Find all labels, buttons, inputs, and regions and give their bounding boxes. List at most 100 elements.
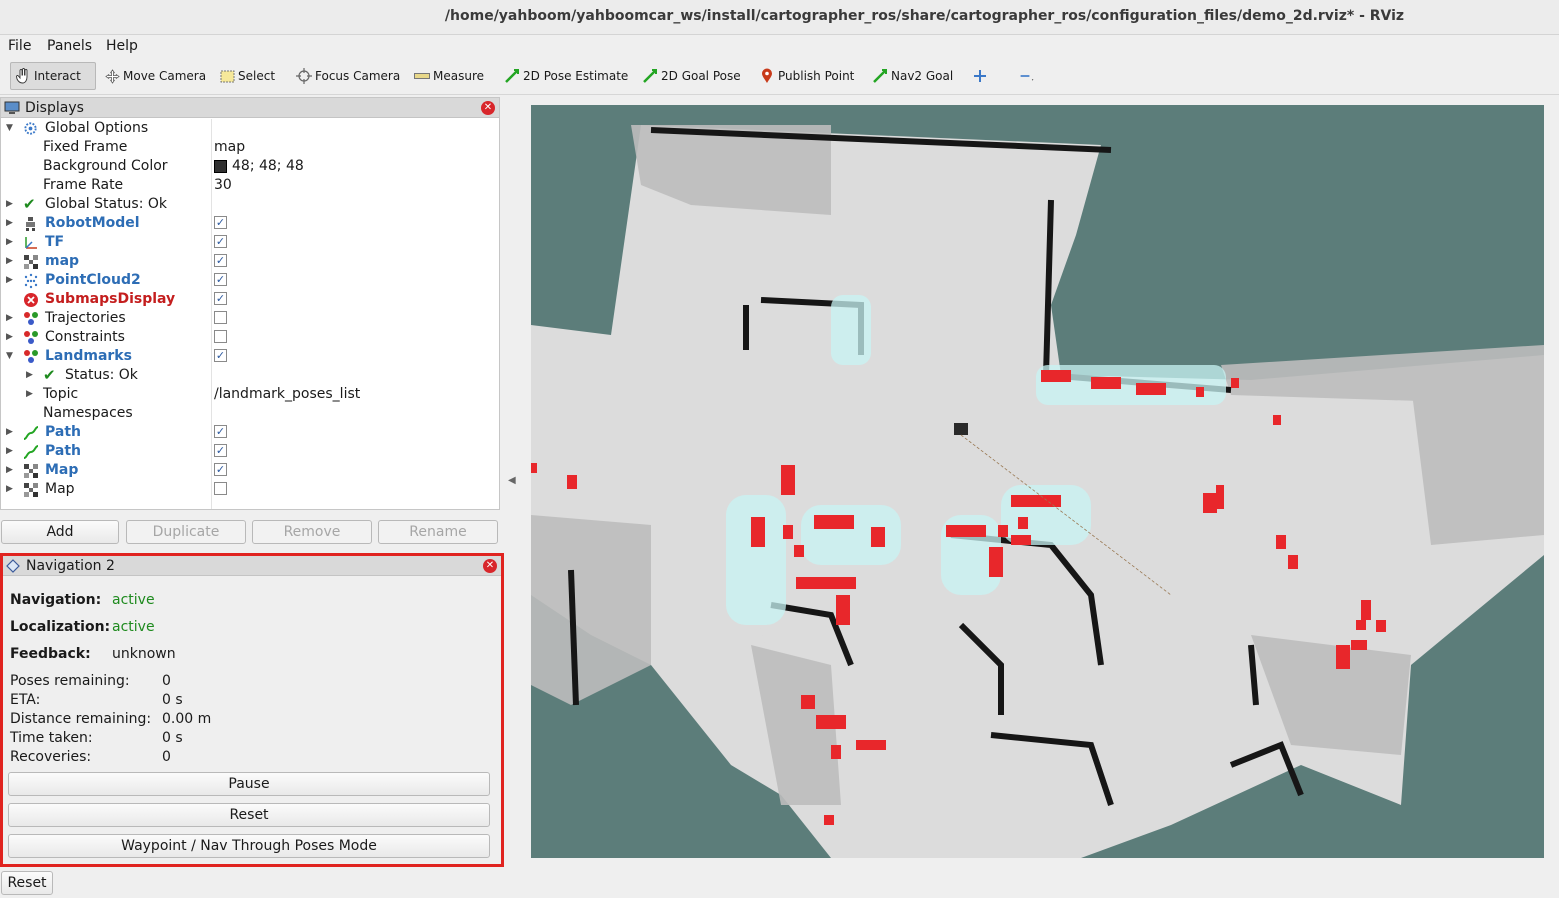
tree-row-path[interactable]: ▶ Path ✓: [1, 423, 499, 442]
background-color-value[interactable]: 48; 48; 48: [214, 158, 304, 174]
frame-rate-value[interactable]: 30: [214, 177, 232, 193]
map-checkbox[interactable]: ✓: [214, 463, 227, 476]
displays-panel-header: Displays ✕: [1, 98, 499, 118]
tree-row-background-color[interactable]: Background Color 48; 48; 48: [1, 157, 499, 176]
tree-row-topic[interactable]: ▶ Topic /landmark_poses_list: [1, 385, 499, 404]
navigation-status-value: active: [112, 592, 155, 608]
expand-right-icon[interactable]: ▶: [26, 370, 36, 380]
occupancy-map[interactable]: [531, 105, 1544, 858]
expand-right-icon[interactable]: ▶: [6, 313, 16, 323]
reset-time-button[interactable]: Reset: [1, 871, 53, 895]
remove-tool-button[interactable]: [1015, 62, 1042, 90]
grid-map-icon: [23, 482, 39, 498]
constraints-checkbox[interactable]: [214, 330, 227, 343]
close-displays-icon[interactable]: ✕: [481, 101, 495, 115]
tree-row-path[interactable]: ▶ Path ✓: [1, 442, 499, 461]
remove-display-button[interactable]: Remove: [252, 520, 372, 544]
ruler-icon: [414, 68, 430, 84]
tree-row-pointcloud2[interactable]: ▶ PointCloud2 ✓: [1, 271, 499, 290]
tree-row-landmarks[interactable]: ▼ Landmarks ✓: [1, 347, 499, 366]
tree-row-submapsdisplay[interactable]: SubmapsDisplay ✓: [1, 290, 499, 309]
tf-checkbox[interactable]: ✓: [214, 235, 227, 248]
grid-map-icon: [23, 463, 39, 479]
move-camera-tool-button[interactable]: Move Camera: [100, 62, 210, 90]
add-tool-button[interactable]: [968, 62, 995, 90]
constraints-label: Constraints: [45, 329, 125, 345]
expand-right-icon[interactable]: ▶: [26, 389, 36, 399]
expand-right-icon[interactable]: ▶: [6, 484, 16, 494]
goal-pose-label: 2D Goal Pose: [661, 69, 741, 83]
robotmodel-checkbox[interactable]: ✓: [214, 216, 227, 229]
select-tool-button[interactable]: Select: [215, 62, 279, 90]
submapsdisplay-label: SubmapsDisplay: [45, 291, 176, 307]
tree-row-fixed-frame[interactable]: Fixed Frame map: [1, 138, 499, 157]
measure-tool-button[interactable]: Measure: [410, 62, 488, 90]
map-label: Map: [45, 462, 79, 478]
nav2-goal-tool-button[interactable]: Nav2 Goal: [868, 62, 957, 90]
waypoint-mode-button[interactable]: Waypoint / Nav Through Poses Mode: [8, 834, 490, 858]
trajectories-checkbox[interactable]: [214, 311, 227, 324]
map-checkbox[interactable]: ✓: [214, 254, 227, 267]
expand-right-icon[interactable]: ▶: [6, 275, 16, 285]
expand-right-icon[interactable]: ▶: [6, 427, 16, 437]
tree-row-trajectories[interactable]: ▶ Trajectories: [1, 309, 499, 328]
add-display-button[interactable]: Add: [1, 520, 119, 544]
duplicate-display-button[interactable]: Duplicate: [126, 520, 246, 544]
expand-down-icon[interactable]: ▼: [6, 123, 16, 133]
render-viewport[interactable]: [531, 105, 1544, 858]
green-arrow-icon: [642, 68, 658, 84]
path-checkbox[interactable]: ✓: [214, 425, 227, 438]
pause-button[interactable]: Pause: [8, 772, 490, 796]
interact-tool-button[interactable]: Interact: [10, 62, 96, 90]
pointcloud2-checkbox[interactable]: ✓: [214, 273, 227, 286]
expand-right-icon[interactable]: ▶: [6, 256, 16, 266]
pointcloud2-label: PointCloud2: [45, 272, 141, 288]
landmarks-label: Landmarks: [45, 348, 132, 364]
goal-pose-tool-button[interactable]: 2D Goal Pose: [638, 62, 745, 90]
fixed-frame-value[interactable]: map: [214, 139, 245, 155]
focus-camera-tool-button[interactable]: Focus Camera: [292, 62, 404, 90]
expand-right-icon[interactable]: ▶: [6, 199, 16, 209]
expand-right-icon[interactable]: ▶: [6, 218, 16, 228]
recoveries-label: Recoveries:: [10, 749, 92, 765]
rename-display-button[interactable]: Rename: [378, 520, 498, 544]
reset-navigation-button[interactable]: Reset: [8, 803, 490, 827]
tree-row-frame-rate[interactable]: Frame Rate 30: [1, 176, 499, 195]
distance-remaining-value: 0.00 m: [162, 711, 212, 727]
tree-row-map[interactable]: ▶ map ✓: [1, 252, 499, 271]
tree-row-landmarks-status[interactable]: ▶ ✔ Status: Ok: [1, 366, 499, 385]
point-cloud-icon: [23, 273, 39, 289]
collapse-left-icon[interactable]: ◀: [508, 475, 516, 486]
pose-estimate-tool-button[interactable]: 2D Pose Estimate: [500, 62, 632, 90]
map-checkbox[interactable]: [214, 482, 227, 495]
tree-row-map[interactable]: ▶ Map ✓: [1, 461, 499, 480]
tree-row-tf[interactable]: ▶ TF ✓: [1, 233, 499, 252]
error-icon: [23, 292, 39, 308]
close-navigation-icon[interactable]: ✕: [483, 559, 497, 573]
menu-file[interactable]: File: [8, 38, 31, 54]
submapsdisplay-checkbox[interactable]: ✓: [214, 292, 227, 305]
displays-panel: Displays ✕ ▼ Global Options Fixed Frame …: [0, 97, 500, 510]
publish-point-tool-button[interactable]: Publish Point: [755, 62, 858, 90]
publish-point-label: Publish Point: [778, 69, 855, 83]
expand-down-icon[interactable]: ▼: [6, 351, 16, 361]
landmarks-checkbox[interactable]: ✓: [214, 349, 227, 362]
tree-row-global-status[interactable]: ▶ ✔ Global Status: Ok: [1, 195, 499, 214]
tree-row-constraints[interactable]: ▶ Constraints: [1, 328, 499, 347]
expand-right-icon[interactable]: ▶: [6, 237, 16, 247]
nav2-goal-label: Nav2 Goal: [891, 69, 954, 83]
tree-row-namespaces[interactable]: Namespaces: [1, 404, 499, 423]
topic-value[interactable]: /landmark_poses_list: [214, 386, 360, 402]
menu-help[interactable]: Help: [106, 38, 138, 54]
menu-panels[interactable]: Panels: [47, 38, 92, 54]
tree-row-map[interactable]: ▶ Map: [1, 480, 499, 499]
expand-right-icon[interactable]: ▶: [6, 332, 16, 342]
tree-row-global-options[interactable]: ▼ Global Options: [1, 119, 499, 138]
tree-row-robotmodel[interactable]: ▶ RobotModel ✓: [1, 214, 499, 233]
fixed-frame-label: Fixed Frame: [43, 139, 128, 155]
background-color-label: Background Color: [43, 158, 168, 174]
expand-right-icon[interactable]: ▶: [6, 446, 16, 456]
navigation-status-label: Navigation:: [10, 592, 102, 608]
path-checkbox[interactable]: ✓: [214, 444, 227, 457]
expand-right-icon[interactable]: ▶: [6, 465, 16, 475]
